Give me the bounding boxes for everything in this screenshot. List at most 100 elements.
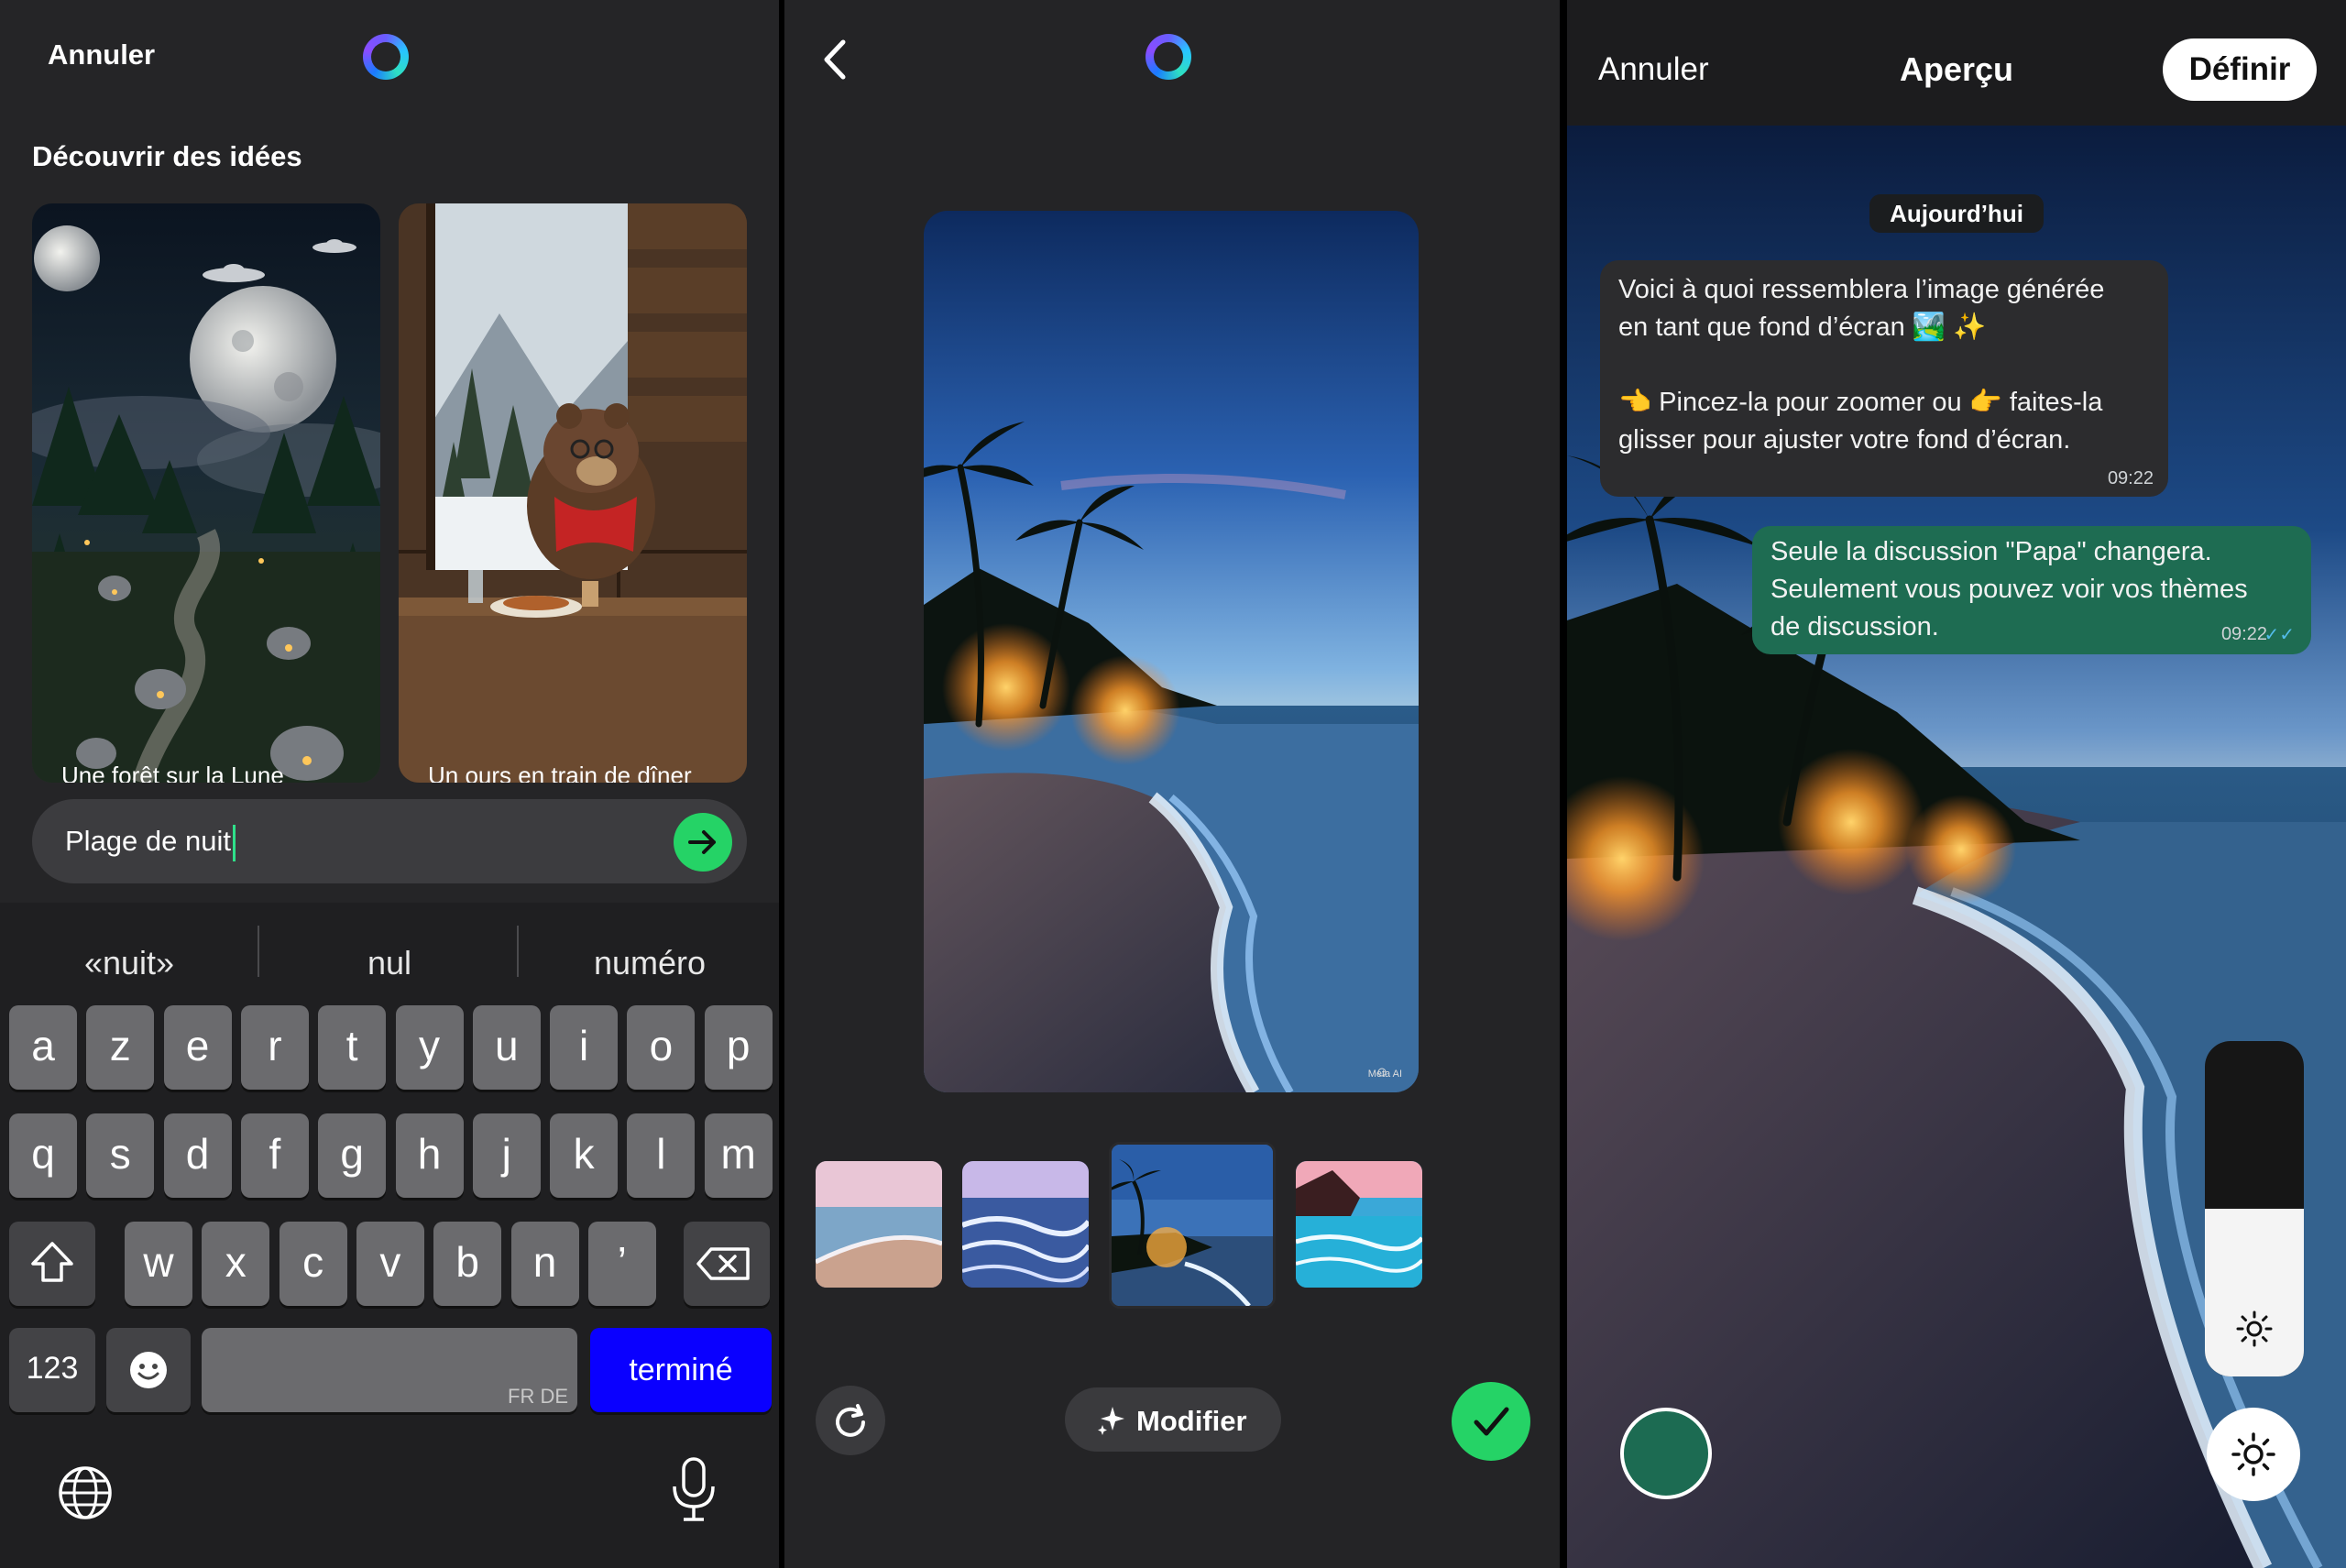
key-j[interactable]: j — [472, 1113, 541, 1198]
idea-caption: Un ours en train de dîner — [428, 762, 692, 783]
generated-image-preview[interactable]: Meta AI — [924, 211, 1419, 1092]
key-h[interactable]: h — [395, 1113, 464, 1198]
wallpaper-preview-screen: Annuler Aperçu Définir Aujourd’hui Voici… — [1567, 0, 2346, 1568]
key-o[interactable]: o — [627, 1005, 696, 1090]
message-time: 09:22 — [2107, 468, 2154, 488]
panel-divider — [1560, 0, 1567, 1568]
date-separator: Aujourd’hui — [1869, 194, 2044, 233]
pink-beach-thumb — [816, 1161, 942, 1288]
regenerate-button[interactable] — [816, 1386, 885, 1455]
modify-button[interactable]: Modifier — [1065, 1387, 1281, 1452]
idea-card-moon-forest[interactable]: Une forêt sur la Lune — [32, 203, 380, 783]
color-picker-button[interactable] — [1620, 1408, 1712, 1499]
message-line: Voici à quoi ressemblera l’image générée — [1618, 275, 2105, 304]
section-title: Découvrir des idées — [32, 140, 302, 172]
key-k[interactable]: k — [550, 1113, 619, 1198]
refresh-icon — [836, 1404, 865, 1437]
prompt-input[interactable]: Plage de nuit — [32, 799, 747, 883]
key-’[interactable]: ’ — [587, 1222, 656, 1306]
key-l[interactable]: l — [627, 1113, 696, 1198]
key-d[interactable]: d — [163, 1113, 232, 1198]
set-wallpaper-button[interactable]: Définir — [2163, 38, 2317, 101]
key-z[interactable]: z — [86, 1005, 155, 1090]
text-cursor — [232, 825, 236, 861]
thumbnail-4[interactable] — [1296, 1161, 1422, 1288]
done-key[interactable]: terminé — [590, 1328, 772, 1412]
emoji-icon — [130, 1352, 167, 1388]
microphone-icon[interactable] — [662, 1453, 726, 1527]
thumbnail-1[interactable] — [816, 1161, 942, 1288]
message-line: de discussion. — [1770, 612, 1939, 641]
arrow-right-icon — [688, 830, 716, 854]
key-c[interactable]: c — [279, 1222, 347, 1306]
key-b[interactable]: b — [433, 1222, 502, 1306]
message-line: Seulement vous pouvez voir vos thèmes — [1770, 575, 2248, 604]
bear-dining-image — [399, 203, 747, 783]
night-beach-image — [924, 211, 1419, 1092]
backspace-icon — [696, 1247, 750, 1280]
tropical-cove-thumb — [1296, 1161, 1422, 1288]
idea-discovery-screen: Annuler Découvrir des idées Une forêt su… — [0, 0, 779, 1568]
suggestion-3[interactable]: numéro — [526, 944, 773, 982]
key-u[interactable]: u — [472, 1005, 541, 1090]
key-v[interactable]: v — [356, 1222, 424, 1306]
message-line: glisser pour ajuster votre fond d’écran. — [1618, 425, 2071, 455]
key-x[interactable]: x — [202, 1222, 270, 1306]
brightness-icon — [2236, 1310, 2273, 1347]
keyboard-languages: FR DE — [508, 1385, 568, 1408]
moon-forest-image — [32, 203, 380, 783]
modify-label: Modifier — [1136, 1405, 1247, 1437]
key-y[interactable]: y — [395, 1005, 464, 1090]
purple-waves-thumb — [962, 1161, 1089, 1288]
key-i[interactable]: i — [550, 1005, 619, 1090]
message-line: 👈 Pincez-la pour zoomer ou 👉 faites-la — [1618, 388, 2103, 417]
suggestion-1[interactable]: «nuit» — [5, 944, 253, 982]
key-p[interactable]: p — [704, 1005, 773, 1090]
divider — [258, 926, 259, 977]
key-s[interactable]: s — [86, 1113, 155, 1198]
key-g[interactable]: g — [318, 1113, 387, 1198]
brightness-toggle-button[interactable] — [2207, 1408, 2300, 1501]
read-receipt-icon: ✓✓ — [2264, 625, 2295, 645]
meta-ai-icon — [1146, 34, 1191, 80]
key-f[interactable]: f — [240, 1113, 309, 1198]
key-m[interactable]: m — [704, 1113, 773, 1198]
suggestion-2[interactable]: nul — [266, 944, 513, 982]
sparkle-icon — [1098, 1407, 1124, 1435]
backspace-key[interactable] — [684, 1222, 770, 1306]
night-beach-thumb — [1112, 1145, 1273, 1306]
brightness-level — [2205, 1209, 2304, 1376]
numbers-key[interactable]: 123 — [9, 1328, 95, 1412]
key-n[interactable]: n — [510, 1222, 579, 1306]
back-chevron-icon[interactable] — [817, 37, 854, 82]
space-key[interactable]: FR DE — [202, 1328, 577, 1412]
watermark: Meta AI — [1367, 1069, 1402, 1080]
key-e[interactable]: e — [163, 1005, 232, 1090]
checkmark-icon — [1474, 1407, 1509, 1436]
shift-icon — [31, 1242, 73, 1282]
confirm-button[interactable] — [1452, 1382, 1530, 1461]
meta-ai-icon — [363, 34, 409, 80]
message-line: en tant que fond d’écran 🏞️ ✨ — [1618, 313, 1987, 342]
idea-card-bear-dining[interactable]: Un ours en train de dîner — [399, 203, 747, 783]
globe-icon[interactable] — [53, 1461, 117, 1525]
outgoing-message: Seule la discussion "Papa" changera. Seu… — [1752, 526, 2311, 654]
preview-header: Annuler Aperçu Définir — [1567, 0, 2346, 126]
emoji-key[interactable] — [106, 1328, 191, 1412]
thumbnail-2[interactable] — [962, 1161, 1089, 1288]
key-q[interactable]: q — [9, 1113, 77, 1198]
divider — [517, 926, 519, 977]
brightness-slider[interactable] — [2205, 1041, 2304, 1376]
key-a[interactable]: a — [9, 1005, 77, 1090]
key-t[interactable]: t — [318, 1005, 387, 1090]
message-time: 09:22 — [2220, 624, 2267, 644]
thumbnail-3-selected[interactable] — [1109, 1142, 1276, 1309]
key-w[interactable]: w — [125, 1222, 192, 1306]
image-selection-screen: Meta AI Modifier — [784, 0, 1560, 1568]
cancel-button[interactable]: Annuler — [48, 38, 155, 71]
shift-key[interactable] — [9, 1222, 95, 1306]
sun-icon — [2231, 1432, 2275, 1476]
key-r[interactable]: r — [240, 1005, 309, 1090]
prompt-text: Plage de nuit — [65, 825, 231, 858]
send-button[interactable] — [674, 813, 732, 872]
